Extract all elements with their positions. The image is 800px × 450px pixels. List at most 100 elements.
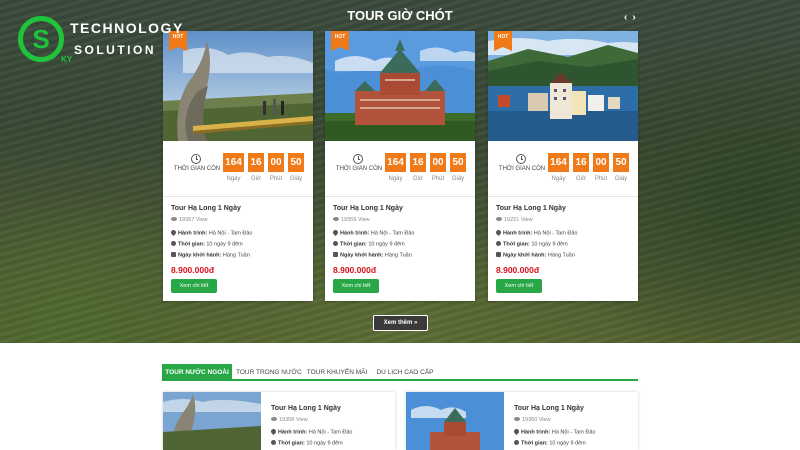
- countdown-minutes: 00: [430, 153, 446, 172]
- tour-price: 8.900.000đ: [171, 265, 215, 275]
- clock-icon: [333, 241, 338, 246]
- tour-time: Thời gian: 10 ngày 9 đêm: [514, 440, 586, 447]
- clock-icon: [353, 154, 363, 164]
- eye-icon: [333, 217, 339, 221]
- map-pin-icon: [494, 228, 503, 237]
- list-item[interactable]: Tour Hạ Long 1 Ngày 19358 View Hành trìn…: [163, 392, 395, 450]
- countdown-timer: THỜI GIAN CÒN 164 16 00 50 Ngày Giờ Phút…: [163, 141, 313, 193]
- list-item[interactable]: Tour Hạ Long 1 Ngày 19360 View Hành trìn…: [406, 392, 638, 450]
- countdown-minutes: 00: [268, 153, 284, 172]
- list-image[interactable]: [163, 392, 261, 450]
- clock-icon: [496, 241, 501, 246]
- tab-tour-trong-nuoc[interactable]: TOUR TRONG NƯỚC: [236, 364, 302, 381]
- tour-route: Hành trình: Hà Nội - Tam Đảo: [169, 228, 252, 237]
- eye-icon: [271, 417, 277, 421]
- map-pin-icon: [512, 427, 521, 436]
- list-image[interactable]: [406, 392, 504, 450]
- tour-route: Hành trình: Hà Nội - Tam Đảo: [512, 427, 595, 436]
- chateau-photo: [406, 392, 504, 450]
- countdown-hours-unit: Giờ: [413, 176, 423, 182]
- hero-banner: S KY TECHNOLOGY SOLUTION TOUR GIỜ CHÓT ‹…: [0, 0, 800, 343]
- clock-icon: [171, 241, 176, 246]
- tour-image[interactable]: HOT: [163, 31, 313, 141]
- eye-icon: [514, 417, 520, 421]
- logo-text-solution: SOLUTION: [74, 43, 156, 57]
- countdown-label: THỜI GIAN CÒN: [173, 166, 221, 172]
- tab-tour-khuyen-mai[interactable]: TOUR KHUYẾN MÃI: [306, 364, 368, 381]
- countdown-timer: THỜI GIAN CÒN 164 16 00 50 Ngày Giờ Phút…: [488, 141, 638, 193]
- countdown-seconds: 50: [613, 153, 629, 172]
- tour-name[interactable]: Tour Hạ Long 1 Ngày: [333, 205, 403, 212]
- tour-route: Hành trình: Hà Nội - Tam Đảo: [494, 228, 577, 237]
- divider: [325, 196, 475, 197]
- calendar-icon: [496, 252, 501, 257]
- tour-time: Thời gian: 10 ngày 9 đêm: [333, 241, 405, 248]
- view-detail-button[interactable]: Xem chi tiết: [333, 279, 379, 293]
- tour-time: Thời gian: 10 ngày 9 đêm: [171, 241, 243, 248]
- countdown-minutes: 00: [593, 153, 609, 172]
- countdown-hours: 16: [248, 153, 264, 172]
- countdown-days: 164: [548, 153, 569, 172]
- tour-views: 19359 View: [333, 217, 370, 223]
- countdown-seconds: 50: [288, 153, 304, 172]
- countdown-hours-unit: Giờ: [251, 176, 261, 182]
- tour-name[interactable]: Tour Hạ Long 1 Ngày: [496, 205, 566, 212]
- view-detail-button[interactable]: Xem chi tiết: [496, 279, 542, 293]
- countdown-seconds-unit: Giây: [614, 176, 628, 182]
- view-more-button[interactable]: Xem thêm »: [373, 315, 428, 331]
- countdown-minutes-unit: Phút: [269, 176, 283, 182]
- clock-icon: [271, 440, 276, 445]
- hot-badge: HOT: [494, 31, 512, 51]
- tour-views: 19360 View: [514, 417, 551, 423]
- countdown-days-unit: Ngày: [388, 176, 403, 182]
- tour-depart: Ngày khởi hành: Hàng Tuần: [496, 252, 575, 259]
- countdown-hours: 16: [573, 153, 589, 172]
- carousel-next-icon[interactable]: ›: [632, 13, 635, 23]
- clock-icon: [514, 440, 519, 445]
- countdown-seconds-unit: Giây: [289, 176, 303, 182]
- carousel-prev-icon[interactable]: ‹: [624, 13, 627, 23]
- eye-icon: [496, 217, 502, 221]
- tour-depart: Ngày khởi hành: Hàng Tuần: [333, 252, 412, 259]
- map-pin-icon: [331, 228, 340, 237]
- tour-image[interactable]: HOT: [325, 31, 475, 141]
- view-detail-button[interactable]: Xem chi tiết: [171, 279, 217, 293]
- divider: [163, 196, 313, 197]
- countdown-seconds-unit: Giây: [451, 176, 465, 182]
- countdown-hours: 16: [410, 153, 426, 172]
- countdown-days: 164: [385, 153, 406, 172]
- tour-card[interactable]: HOT THỜI GIAN CÒN 164 16 00 50 Ngày Giờ …: [325, 31, 475, 301]
- logo-mark-letter: S: [32, 24, 50, 54]
- tour-views: 19221 View: [496, 217, 533, 223]
- hot-badge: HOT: [331, 31, 349, 51]
- tour-card[interactable]: HOT THỜI GIAN CÒN 164 16 00 50 Ngày Giờ …: [163, 31, 313, 301]
- tour-card[interactable]: HOT THỜI GIAN CÒN 164 16 00 50 Ngày Giờ …: [488, 31, 638, 301]
- clock-icon: [191, 154, 201, 164]
- tab-tour-nuoc-ngoai[interactable]: TOUR NƯỚC NGOÀI: [162, 364, 232, 381]
- eye-icon: [171, 217, 177, 221]
- tour-route: Hành trình: Hà Nội - Tam Đảo: [269, 427, 352, 436]
- tour-time: Thời gian: 10 ngày 9 đêm: [271, 440, 343, 447]
- countdown-label: THỜI GIAN CÒN: [498, 166, 546, 172]
- tour-depart: Ngày khởi hành: Hàng Tuần: [171, 252, 250, 259]
- clock-icon: [516, 154, 526, 164]
- tour-name[interactable]: Tour Hạ Long 1 Ngày: [514, 405, 584, 412]
- tab-du-lich-cao-cap[interactable]: DU LỊCH CAO CẤP: [374, 364, 436, 381]
- calendar-icon: [171, 252, 176, 257]
- logo-mark-small: KY: [61, 55, 73, 64]
- tour-views: 19357 View: [171, 217, 208, 223]
- tour-price: 8.900.000đ: [496, 265, 540, 275]
- tour-route: Hành trình: Hà Nội - Tam Đảo: [331, 228, 414, 237]
- countdown-seconds: 50: [450, 153, 466, 172]
- tour-name[interactable]: Tour Hạ Long 1 Ngày: [271, 405, 341, 412]
- divider: [488, 196, 638, 197]
- countdown-hours-unit: Giờ: [576, 176, 586, 182]
- countdown-days-unit: Ngày: [551, 176, 566, 182]
- carousel-nav: ‹ ›: [624, 13, 636, 23]
- tour-name[interactable]: Tour Hạ Long 1 Ngày: [171, 205, 241, 212]
- calendar-icon: [333, 252, 338, 257]
- golden-bridge-photo: [163, 392, 261, 450]
- countdown-days-unit: Ngày: [226, 176, 241, 182]
- tour-category-tabs: TOUR NƯỚC NGOÀI TOUR TRONG NƯỚC TOUR KHU…: [162, 364, 638, 381]
- tour-image[interactable]: HOT: [488, 31, 638, 141]
